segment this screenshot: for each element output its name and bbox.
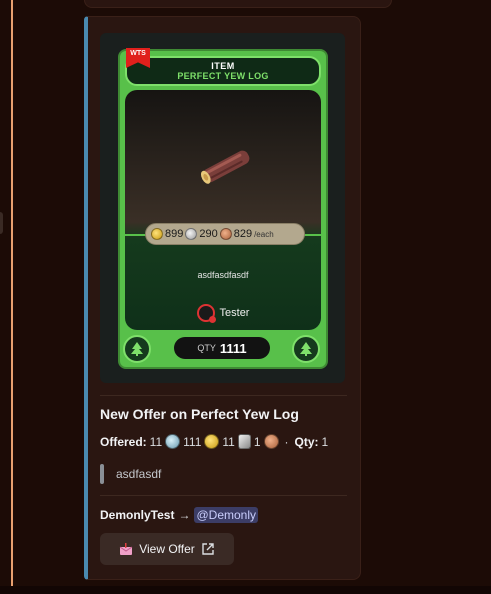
yew-log-icon — [200, 150, 250, 184]
silver-coin-icon — [237, 434, 251, 449]
quote-block: asdfasdf — [100, 464, 161, 484]
qty-label: QTY — [197, 343, 216, 353]
qty-value: 1 — [321, 434, 329, 449]
divider — [100, 395, 347, 396]
offered-gold: 111 — [183, 434, 202, 449]
mailbox-icon — [119, 543, 133, 555]
gold-coin-icon — [204, 434, 220, 449]
quote-bar — [100, 464, 104, 484]
separator-dot: · — [284, 434, 289, 449]
offered-line: Offered: 11 111 11 1 · Qty: 1 — [100, 434, 328, 449]
qty-pill: QTY 1111 — [174, 337, 270, 359]
gold-coin-icon — [151, 228, 163, 240]
previous-message-edge — [84, 0, 392, 8]
embed-title: New Offer on Perfect Yew Log — [100, 406, 299, 422]
bronze-coin-icon — [263, 434, 279, 449]
qty-label: Qty: — [294, 434, 319, 449]
quote-text: asdfasdf — [116, 467, 162, 481]
platinum-coin-icon — [165, 434, 181, 449]
card-header: ITEM PERFECT YEW LOG — [125, 56, 321, 86]
offered-bronze: 1 — [253, 434, 261, 449]
user-route: DemonlyTest → @Demonly — [100, 507, 258, 523]
offered-label: Offered: — [100, 434, 147, 449]
view-offer-label: View Offer — [139, 542, 195, 556]
from-user[interactable]: DemonlyTest — [100, 508, 174, 522]
card-header-label: ITEM — [211, 61, 235, 71]
embed-image[interactable]: ITEM PERFECT YEW LOG WTS 899 290 829 /ea… — [100, 33, 345, 383]
price-pill: 899 290 829 /each — [145, 223, 305, 245]
scroll-handle[interactable] — [0, 212, 3, 234]
silver-coin-icon — [185, 228, 198, 240]
offer-embed: ITEM PERFECT YEW LOG WTS 899 290 829 /ea… — [84, 16, 361, 580]
arrow-icon: → — [178, 508, 191, 522]
offered-silver: 11 — [222, 434, 235, 449]
price-gold: 899 — [165, 228, 184, 240]
bottom-strip — [0, 586, 491, 594]
card-body: 899 290 829 /each asdfasdfasdf Tester — [125, 90, 321, 330]
price-silver: 290 — [199, 228, 218, 240]
offered-platinum: 11 — [149, 434, 163, 449]
seller-name: Tester — [219, 307, 250, 319]
price-bronze: 829 — [233, 228, 253, 240]
card-seller: Tester — [125, 304, 321, 323]
card-footer: QTY 1111 — [120, 331, 326, 367]
tree-emblem-icon — [292, 335, 320, 363]
external-link-icon — [202, 543, 214, 555]
thread-line — [11, 0, 13, 594]
seller-avatar-icon — [196, 304, 216, 323]
price-unit: /each — [254, 229, 274, 239]
item-card: ITEM PERFECT YEW LOG WTS 899 290 829 /ea… — [118, 48, 328, 369]
tree-emblem-icon — [123, 335, 151, 363]
divider — [100, 495, 347, 496]
user-mention[interactable]: @Demonly — [194, 507, 258, 523]
qty-value: 1111 — [219, 340, 247, 356]
view-offer-button[interactable]: View Offer — [100, 533, 234, 565]
card-item-name: PERFECT YEW LOG — [177, 71, 269, 81]
card-note: asdfasdfasdf — [197, 270, 249, 280]
bronze-coin-icon — [219, 228, 232, 240]
